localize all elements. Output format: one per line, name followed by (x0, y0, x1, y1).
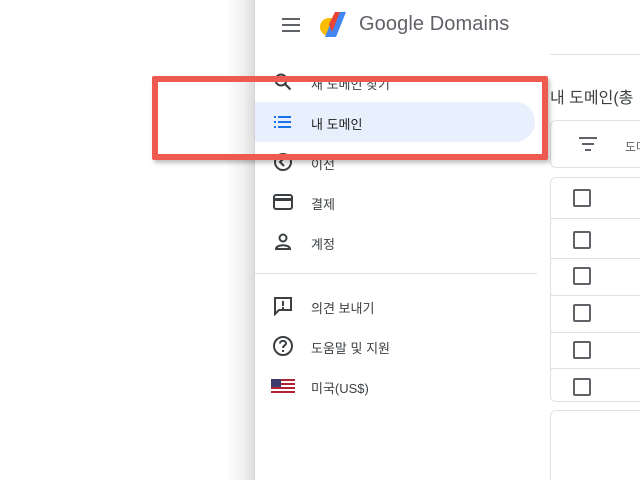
row-divider (551, 332, 640, 333)
filter-label: 도메 (625, 140, 640, 154)
nav-item-label: 결제 (311, 197, 335, 212)
nav-item-label: 미국(US$) (311, 381, 369, 396)
nav-item-transfer[interactable]: 이전 (255, 142, 535, 182)
row-checkbox[interactable] (573, 231, 591, 249)
nav-item-find-domain[interactable]: 새 도메인 찾기 (255, 62, 535, 102)
hamburger-menu-icon[interactable] (279, 13, 303, 37)
list-icon (271, 110, 295, 134)
row-checkbox[interactable] (573, 267, 591, 285)
drawer-header: Google Domains (255, 0, 551, 54)
nav-item-account[interactable]: 계정 (255, 222, 535, 262)
row-checkbox[interactable] (573, 304, 591, 322)
select-all-checkbox[interactable] (573, 189, 591, 207)
credit-card-icon (271, 190, 295, 214)
row-checkbox[interactable] (573, 378, 591, 396)
nav-item-send-feedback[interactable]: 의견 보내기 (255, 286, 535, 326)
row-divider (551, 295, 640, 296)
main-content: 내 도메인(총 도메 (550, 0, 640, 480)
nav-item-billing[interactable]: 결제 (255, 182, 535, 222)
filter-bar[interactable]: 도메 (550, 120, 640, 168)
drawer-shadow (225, 0, 255, 480)
page-backdrop (0, 0, 255, 480)
nav-item-label: 도움말 및 지원 (311, 341, 390, 356)
nav-item-label: 의견 보내기 (311, 301, 375, 316)
nav-item-region[interactable]: 미국(US$) (255, 366, 535, 406)
brand-name: Google Domains (359, 13, 510, 35)
nav-item-label: 내 도메인 (311, 117, 363, 132)
nav-item-label: 이전 (311, 157, 335, 172)
help-icon (271, 334, 295, 358)
nav-item-label: 계정 (311, 237, 335, 252)
page-title: 내 도메인(총 (550, 90, 634, 107)
search-icon (271, 70, 295, 94)
nav-item-label: 새 도메인 찾기 (311, 77, 390, 92)
feedback-icon (271, 294, 295, 318)
navigation-drawer: Google Domains 새 도메인 찾기 내 도메인 이전 결제 계정 의… (254, 0, 550, 480)
person-icon (271, 230, 295, 254)
header-divider (550, 54, 640, 55)
us-flag-icon (271, 374, 295, 398)
nav-item-help[interactable]: 도움말 및 지원 (255, 326, 535, 366)
nav-divider (255, 273, 537, 274)
row-divider (551, 218, 640, 219)
row-checkbox[interactable] (573, 341, 591, 359)
transfer-icon (271, 150, 295, 174)
nav-item-my-domains[interactable]: 내 도메인 (255, 102, 535, 142)
secondary-card (550, 410, 640, 480)
domain-table (550, 177, 640, 402)
filter-icon[interactable] (579, 137, 597, 151)
row-divider (551, 258, 640, 259)
google-domains-logo (320, 12, 346, 37)
row-divider (551, 368, 640, 369)
